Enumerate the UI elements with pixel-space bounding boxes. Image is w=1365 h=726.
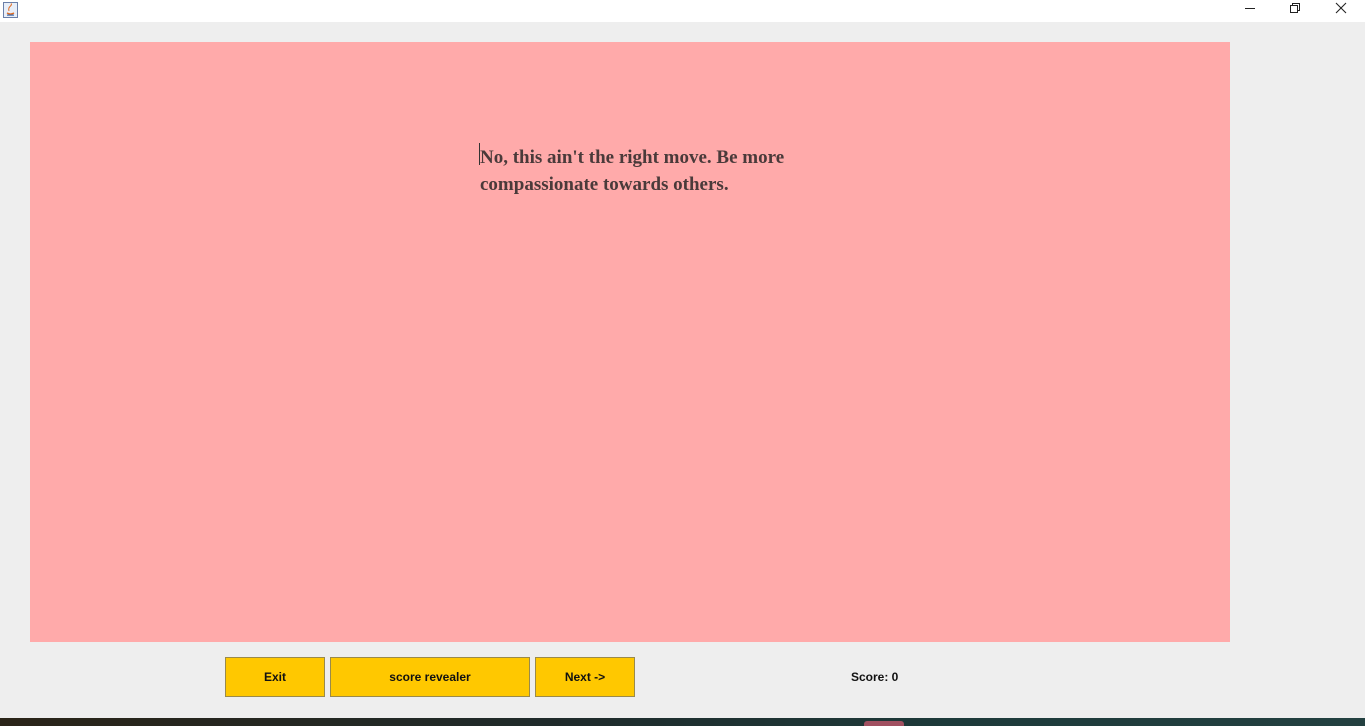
- score-revealer-button[interactable]: score revealer: [330, 657, 530, 697]
- exit-button[interactable]: Exit: [225, 657, 325, 697]
- title-bar[interactable]: [0, 0, 1365, 22]
- restore-icon: [1289, 1, 1301, 19]
- app-window: No, this ain't the right move. Be more c…: [0, 0, 1365, 726]
- maximize-button[interactable]: [1272, 0, 1318, 20]
- next-button[interactable]: Next ->: [535, 657, 635, 697]
- close-button[interactable]: [1318, 0, 1364, 20]
- minimize-button[interactable]: [1227, 0, 1273, 20]
- taskbar-edge: [0, 718, 1365, 726]
- feedback-message[interactable]: No, this ain't the right move. Be more c…: [480, 144, 840, 198]
- minimize-icon: [1244, 1, 1256, 19]
- score-label: Score: 0: [851, 670, 899, 684]
- close-icon: [1335, 1, 1347, 19]
- java-icon[interactable]: [3, 2, 18, 18]
- taskbar-app-indicator: [864, 721, 904, 726]
- feedback-panel: No, this ain't the right move. Be more c…: [30, 42, 1230, 642]
